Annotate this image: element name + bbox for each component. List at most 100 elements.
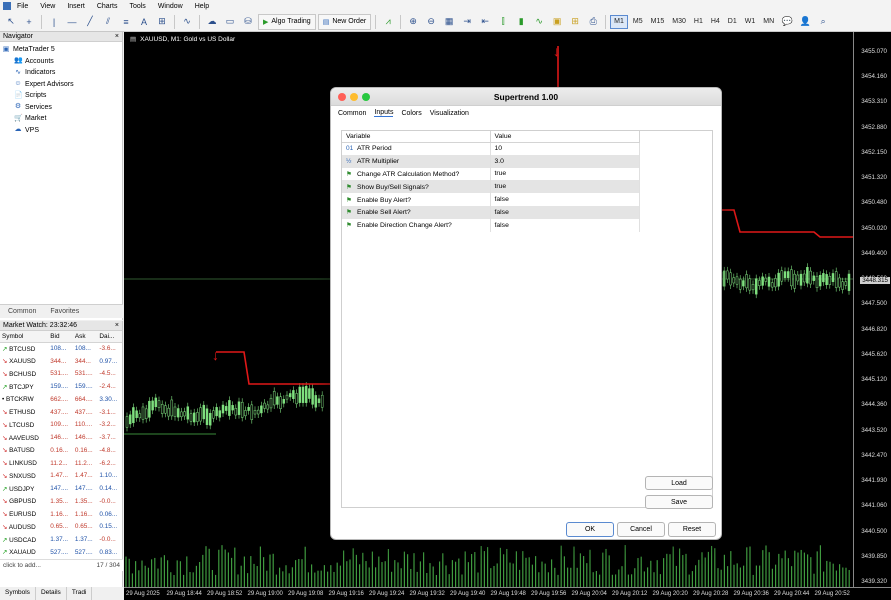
- table-row[interactable]: ↘ ETHUSD 437.... 437.... -3.1...: [0, 406, 122, 419]
- table-row[interactable]: ↘ BCHUSD 531.... 531.... -4.5...: [0, 368, 122, 381]
- input-row[interactable]: 01 ATR Period 10: [342, 142, 640, 155]
- templates-icon[interactable]: ▣: [549, 14, 565, 30]
- close-window-button[interactable]: [338, 93, 346, 101]
- nav-item-scripts[interactable]: 📄 Scripts: [2, 90, 120, 102]
- signals-icon[interactable]: ⩘: [380, 14, 396, 30]
- close-icon[interactable]: ×: [115, 33, 119, 40]
- timeframe-m30[interactable]: M30: [669, 15, 689, 29]
- timeframe-m1[interactable]: M1: [610, 14, 628, 29]
- menu-insert[interactable]: Insert: [67, 3, 85, 10]
- menu-charts[interactable]: Charts: [97, 3, 118, 10]
- timeframe-m15[interactable]: M15: [648, 15, 668, 29]
- new-order-button[interactable]: ▤ New Order: [317, 13, 372, 30]
- table-row[interactable]: ↘ AAVEUSD 146.... 146.... -3.7...: [0, 431, 122, 444]
- tab-common[interactable]: Common: [8, 308, 36, 315]
- input-row[interactable]: ½ ATR Multiplier 3.0: [342, 154, 640, 168]
- indicators-menu-icon[interactable]: ∿: [179, 14, 195, 30]
- input-row[interactable]: ⚑ Show Buy/Sell Signals? true: [342, 180, 640, 194]
- column-header[interactable]: Dai...: [97, 331, 122, 343]
- timeframe-h4[interactable]: H4: [708, 15, 723, 29]
- table-row[interactable]: ↘ LINKUSD 11.2... 11.2... -6.2...: [0, 457, 122, 470]
- column-header[interactable]: Bid: [48, 331, 73, 343]
- close-icon[interactable]: ×: [115, 322, 119, 329]
- timeframe-h1[interactable]: H1: [691, 15, 706, 29]
- candlestick-icon[interactable]: ▮: [513, 14, 529, 30]
- table-row[interactable]: ↗ BTCUSD 108... 108... -3.6...: [0, 342, 122, 355]
- load-button[interactable]: Load: [645, 476, 713, 490]
- chart-templates-icon[interactable]: ☁: [204, 14, 220, 30]
- nav-item-indicators[interactable]: ∿ Indicators: [2, 67, 120, 79]
- nav-item-services[interactable]: ⚙ Services: [2, 102, 120, 114]
- nav-item-expert-advisors[interactable]: ☺ Expert Advisors: [2, 79, 120, 91]
- terminal-icon[interactable]: ▭: [222, 14, 238, 30]
- crosshair-icon[interactable]: +: [21, 14, 37, 30]
- horizontal-line-icon[interactable]: —: [64, 14, 80, 30]
- ok-button[interactable]: OK: [566, 522, 614, 537]
- input-row[interactable]: ⚑ Enable Sell Alert? false: [342, 205, 640, 219]
- trendline-icon[interactable]: ╱: [82, 14, 98, 30]
- value-cell[interactable]: true: [490, 180, 640, 194]
- algo-trading-button[interactable]: ▶ Algo Trading: [258, 13, 316, 30]
- tab-inputs[interactable]: Inputs: [374, 109, 394, 117]
- table-row[interactable]: • BTCKRW 662.... 664.... 3.30...: [0, 393, 122, 406]
- autoscroll-icon[interactable]: ⇤: [477, 14, 493, 30]
- tab-visualization[interactable]: Visualization: [430, 110, 469, 117]
- nav-root[interactable]: ▣ MetaTrader 5: [2, 44, 120, 56]
- menu-file[interactable]: File: [17, 3, 28, 10]
- nav-item-market[interactable]: 🛒 Market: [2, 113, 120, 125]
- zoom-out-icon[interactable]: ⊖: [423, 14, 439, 30]
- timeframe-d1[interactable]: D1: [725, 15, 740, 29]
- text-tool-icon[interactable]: A: [136, 14, 152, 30]
- profiles-icon[interactable]: ⊞: [567, 14, 583, 30]
- table-row[interactable]: ↗ USDJPY 147.... 147.... 0.14...: [0, 482, 122, 495]
- table-row[interactable]: ↘ AUDUSD 0.65... 0.65... 0.15...: [0, 521, 122, 534]
- time-axis[interactable]: 29 Aug 2025 29 Aug 18:44 29 Aug 18:52 29 Au…: [124, 587, 891, 600]
- table-row[interactable]: ↗ USDCAD 1.37... 1.37... -0.0...: [0, 533, 122, 546]
- table-row[interactable]: ↘ LTCUSD 109.... 110.... -3.2...: [0, 419, 122, 432]
- cancel-button[interactable]: Cancel: [617, 522, 665, 537]
- input-row[interactable]: ⚑ Change ATR Calculation Method? true: [342, 167, 640, 181]
- value-cell[interactable]: true: [490, 167, 640, 181]
- table-row[interactable]: ↗ BTCJPY 159.... 159.... -2.4...: [0, 380, 122, 393]
- database-icon[interactable]: ⛁: [240, 14, 256, 30]
- screenshot-icon[interactable]: ⎙: [585, 14, 601, 30]
- tab-colors[interactable]: Colors: [401, 110, 421, 117]
- menu-help[interactable]: Help: [195, 3, 209, 10]
- maximize-window-button[interactable]: [362, 93, 370, 101]
- add-symbol-input[interactable]: click to add...: [3, 562, 41, 569]
- tab-symbols[interactable]: Symbols: [0, 587, 36, 600]
- table-row[interactable]: ↘ GBPUSD 1.35... 1.35... -0.0...: [0, 495, 122, 508]
- table-row[interactable]: ↘ BATUSD 0.16... 0.16... -4.8...: [0, 444, 122, 457]
- tab-details[interactable]: Details: [36, 587, 67, 600]
- nav-item-accounts[interactable]: 👥 Accounts: [2, 56, 120, 68]
- chat-icon[interactable]: 💬: [779, 14, 795, 30]
- channel-icon[interactable]: ⫽: [100, 14, 116, 30]
- column-header[interactable]: Ask: [72, 331, 98, 343]
- value-cell[interactable]: false: [490, 218, 640, 232]
- tab-favorites[interactable]: Favorites: [50, 308, 79, 315]
- menu-tools[interactable]: Tools: [129, 3, 145, 10]
- save-button[interactable]: Save: [645, 495, 713, 509]
- bar-chart-icon[interactable]: ⫿: [495, 14, 511, 30]
- value-cell[interactable]: 3.0: [490, 154, 640, 168]
- timeframe-m5[interactable]: M5: [630, 15, 646, 29]
- line-chart-icon[interactable]: ∿: [531, 14, 547, 30]
- vertical-line-icon[interactable]: |: [46, 14, 62, 30]
- column-header[interactable]: Symbol: [0, 331, 49, 343]
- table-row[interactable]: ↗ XAUAUD 527.... 527.... 0.83...: [0, 546, 122, 559]
- timeframe-mn[interactable]: MN: [760, 15, 777, 29]
- fibonacci-icon[interactable]: ≡: [118, 14, 134, 30]
- price-axis[interactable]: 3455.070 3454.160 3453.310 3452.880 3452.150…: [853, 32, 891, 587]
- reset-button[interactable]: Reset: [668, 522, 716, 537]
- tab-trading[interactable]: Tradi: [67, 587, 93, 600]
- cursor-icon[interactable]: ↖: [3, 14, 19, 30]
- input-row[interactable]: ⚑ Enable Buy Alert? false: [342, 193, 640, 206]
- table-row[interactable]: ↘ XAUUSD 344... 344... 0.97...: [0, 355, 122, 368]
- user-icon[interactable]: 👤: [797, 14, 813, 30]
- table-row[interactable]: ↘ EURUSD 1.16... 1.16... 0.06...: [0, 508, 122, 521]
- shapes-icon[interactable]: ⊞: [154, 14, 170, 30]
- tab-common[interactable]: Common: [338, 110, 366, 117]
- chart-shift-icon[interactable]: ⇥: [459, 14, 475, 30]
- menu-view[interactable]: View: [40, 3, 55, 10]
- menu-window[interactable]: Window: [158, 3, 183, 10]
